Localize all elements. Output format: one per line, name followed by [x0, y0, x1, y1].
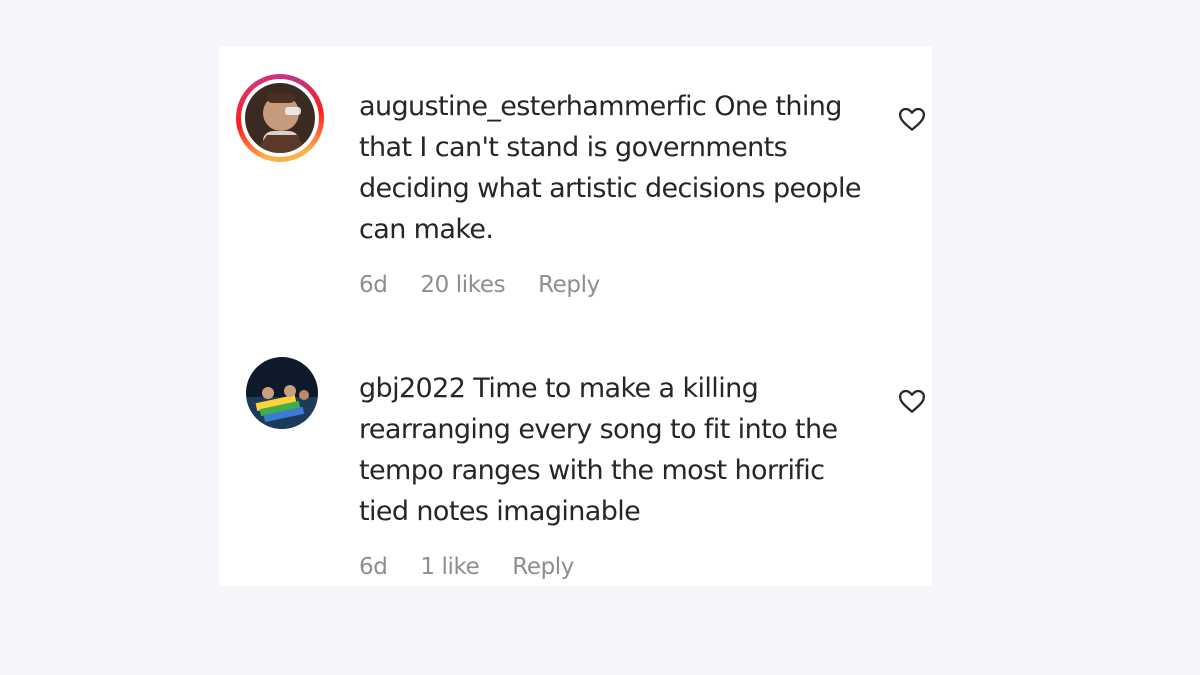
comment-likes[interactable]: 20 likes — [420, 272, 505, 298]
comment-likes[interactable]: 1 like — [420, 554, 479, 580]
comment-text-block: augustine_esterhammerfic One thing that … — [359, 86, 879, 250]
comment-meta: 6d 1 like Reply — [359, 554, 574, 580]
comment-age[interactable]: 6d — [359, 272, 388, 298]
comment-meta: 6d 20 likes Reply — [359, 272, 600, 298]
comment-username[interactable]: augustine_esterhammerfic — [359, 91, 707, 122]
comment-text-block: gbj2022 Time to make a killing rearrangi… — [359, 368, 879, 532]
avatar[interactable] — [245, 83, 315, 153]
heart-outline-icon[interactable] — [897, 386, 927, 416]
comment-username[interactable]: gbj2022 — [359, 373, 466, 404]
comment-age[interactable]: 6d — [359, 554, 388, 580]
avatar-story-ring[interactable] — [236, 74, 324, 162]
avatar[interactable] — [246, 357, 318, 429]
reply-button[interactable]: Reply — [512, 554, 574, 580]
comments-panel: augustine_esterhammerfic One thing that … — [219, 46, 932, 586]
heart-outline-icon[interactable] — [897, 104, 927, 134]
reply-button[interactable]: Reply — [538, 272, 600, 298]
